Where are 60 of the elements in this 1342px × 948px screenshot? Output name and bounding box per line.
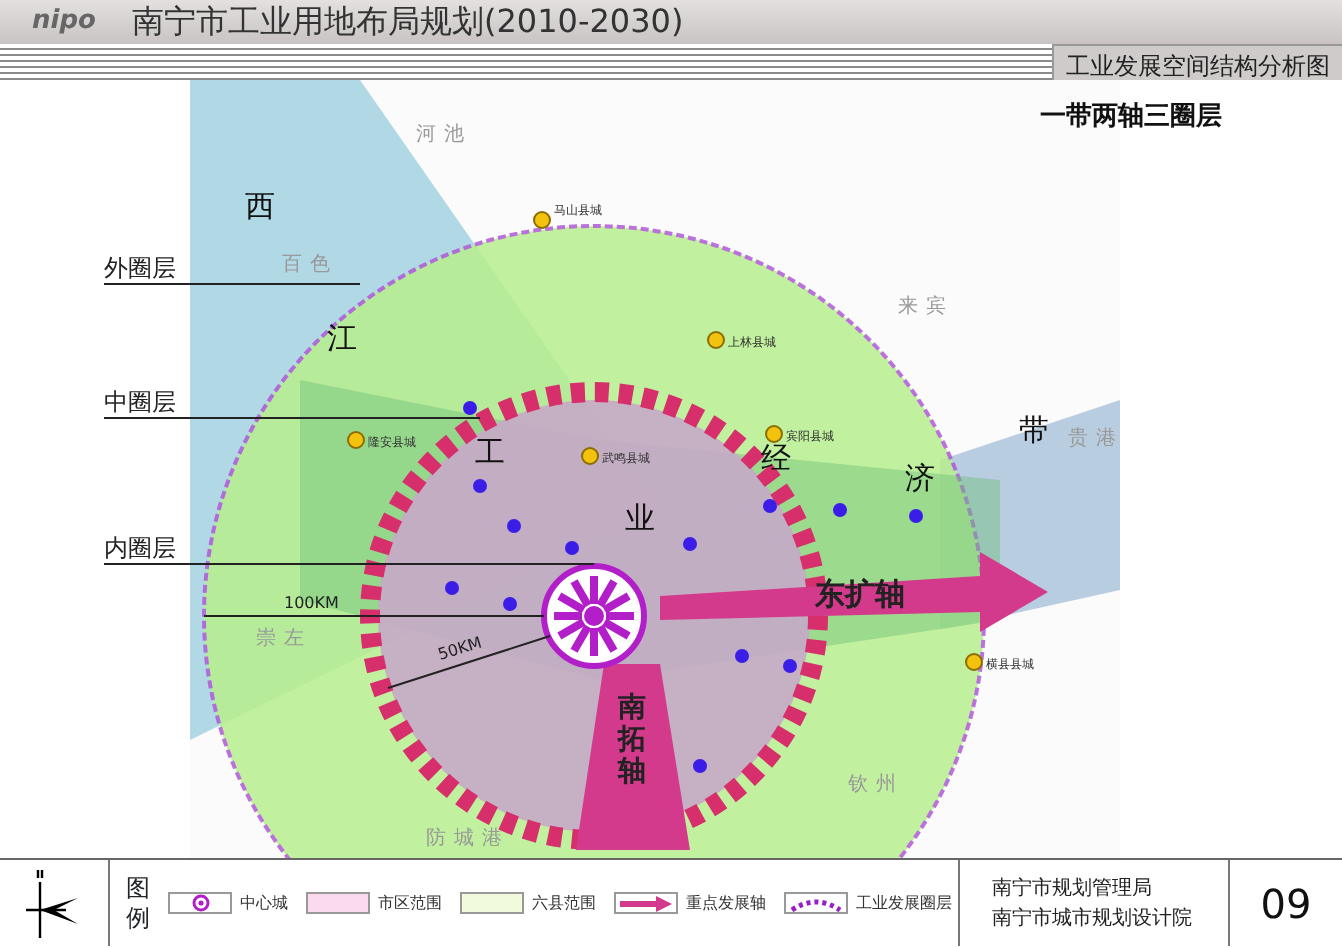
belt-label: 江	[327, 320, 357, 356]
legend-swatch	[306, 892, 370, 914]
site-dot	[445, 581, 459, 595]
region-label: 百色	[282, 254, 338, 276]
belt-label: 带	[1019, 412, 1049, 448]
town-icon	[347, 431, 365, 449]
organization-name: 南宁市城市规划设计院	[992, 905, 1194, 933]
site-dot	[565, 541, 579, 555]
belt-label: 经	[761, 440, 791, 476]
site-dot	[783, 659, 797, 673]
town-icon	[965, 653, 983, 671]
legend-label: 六县范围	[532, 891, 596, 915]
belt-label: 工	[475, 434, 505, 470]
site-dot	[693, 759, 707, 773]
belt-label: 西	[245, 188, 275, 224]
north-arrow-icon	[26, 869, 82, 937]
site-dot	[507, 519, 521, 533]
legend-swatch	[460, 892, 524, 914]
belt-label: 业	[625, 500, 655, 536]
legend-swatch	[168, 892, 232, 914]
axis-label: 东扩轴	[815, 576, 905, 612]
distance-label: 100KM	[284, 594, 339, 612]
site-dot	[503, 597, 517, 611]
region-label: 钦州	[848, 774, 904, 796]
legend-label: 市区范围	[378, 891, 442, 915]
page-number: 09	[1260, 877, 1312, 931]
region-label: 防城港	[426, 828, 510, 850]
ring-label: 外圈层	[104, 254, 176, 282]
ring-label: 中圈层	[104, 388, 176, 416]
site-dot	[763, 499, 777, 513]
site-dot	[909, 509, 923, 523]
site-dot	[473, 479, 487, 493]
legend-label: 工业发展圈层	[856, 891, 952, 915]
map-heading: 一带两轴三圈层	[1040, 102, 1222, 132]
legend-label: 中心城	[240, 891, 288, 915]
region-label: 来宾	[898, 296, 954, 318]
page-title: 南宁市工业用地布局规划(2010-2030)	[132, 0, 684, 44]
legend-swatch	[614, 892, 678, 914]
region-label: 崇左	[256, 628, 312, 650]
logo: nipo	[32, 4, 98, 41]
site-dot	[833, 503, 847, 517]
site-dot	[683, 537, 697, 551]
axis-label: 南拓轴	[618, 692, 646, 788]
legend-label: 重点发展轴	[686, 891, 766, 915]
legend-title: 图例	[126, 873, 150, 933]
legend-swatch	[784, 892, 848, 914]
distance-label: 50KM	[435, 633, 484, 664]
organization-name: 南宁市规划管理局	[992, 875, 1154, 903]
site-dot	[735, 649, 749, 663]
town-icon	[533, 211, 551, 229]
region-label: 贵港	[1068, 428, 1124, 450]
region-label: 河池	[416, 124, 472, 146]
site-dot	[463, 401, 477, 415]
town-icon	[707, 331, 725, 349]
belt-label: 济	[905, 460, 935, 496]
town-icon	[581, 447, 599, 465]
ring-label: 内圈层	[104, 534, 176, 562]
city-center-icon	[541, 563, 647, 669]
town-icon	[765, 425, 783, 443]
map-subtitle: 工业发展空间结构分析图	[1052, 44, 1342, 80]
